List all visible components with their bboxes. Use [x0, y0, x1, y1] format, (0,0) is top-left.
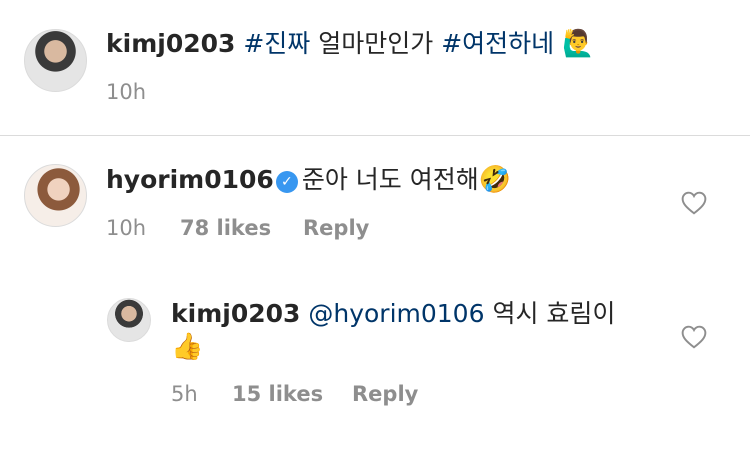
caption-divider	[0, 135, 750, 136]
caption-text: kimj0203 #진짜 얼마만인가 #여전하네 🙋‍♂️	[106, 28, 595, 60]
reply-time: 5h	[171, 382, 198, 406]
rofl-emoji: 🤣	[478, 165, 512, 195]
hashtag-yeojeonhane[interactable]: #여전하네	[441, 29, 554, 58]
comment-like-heart-icon[interactable]	[681, 191, 707, 215]
reply-mention[interactable]: @hyorim0106	[308, 299, 484, 328]
comment-username[interactable]: hyorim0106	[106, 165, 274, 194]
reply-reply-button[interactable]: Reply	[352, 381, 418, 407]
avatar-kimj0203[interactable]	[24, 29, 87, 92]
caption-time: 10h	[106, 80, 147, 104]
avatar-hyorim0106[interactable]	[24, 164, 87, 227]
reply-like-heart-icon[interactable]	[681, 325, 707, 349]
thumbs-up-emoji: 👍	[171, 332, 204, 362]
comment-likes[interactable]: 78 likes	[180, 215, 271, 241]
comment-reply-button[interactable]: Reply	[303, 215, 369, 241]
hashtag-jinjja[interactable]: #진짜	[243, 29, 310, 58]
caption-body: 얼마만인가	[310, 29, 442, 58]
raising-hand-emoji: 🙋‍♂️	[562, 29, 595, 59]
reply-likes[interactable]: 15 likes	[232, 381, 323, 407]
reply-username[interactable]: kimj0203	[171, 299, 300, 328]
reply-body: 역시 효림이	[484, 299, 616, 328]
caption-username[interactable]: kimj0203	[106, 29, 235, 58]
reply-text: kimj0203 @hyorim0106 역시 효림이	[171, 298, 615, 330]
comment-time: 10h	[106, 216, 147, 240]
comment-body: 준아 너도 여전해	[301, 165, 479, 194]
verified-badge-icon: ✓	[275, 171, 298, 193]
avatar-kimj0203-reply[interactable]	[107, 298, 151, 342]
comment-text: hyorim0106 ✓ 준아 너도 여전해🤣	[106, 164, 511, 196]
